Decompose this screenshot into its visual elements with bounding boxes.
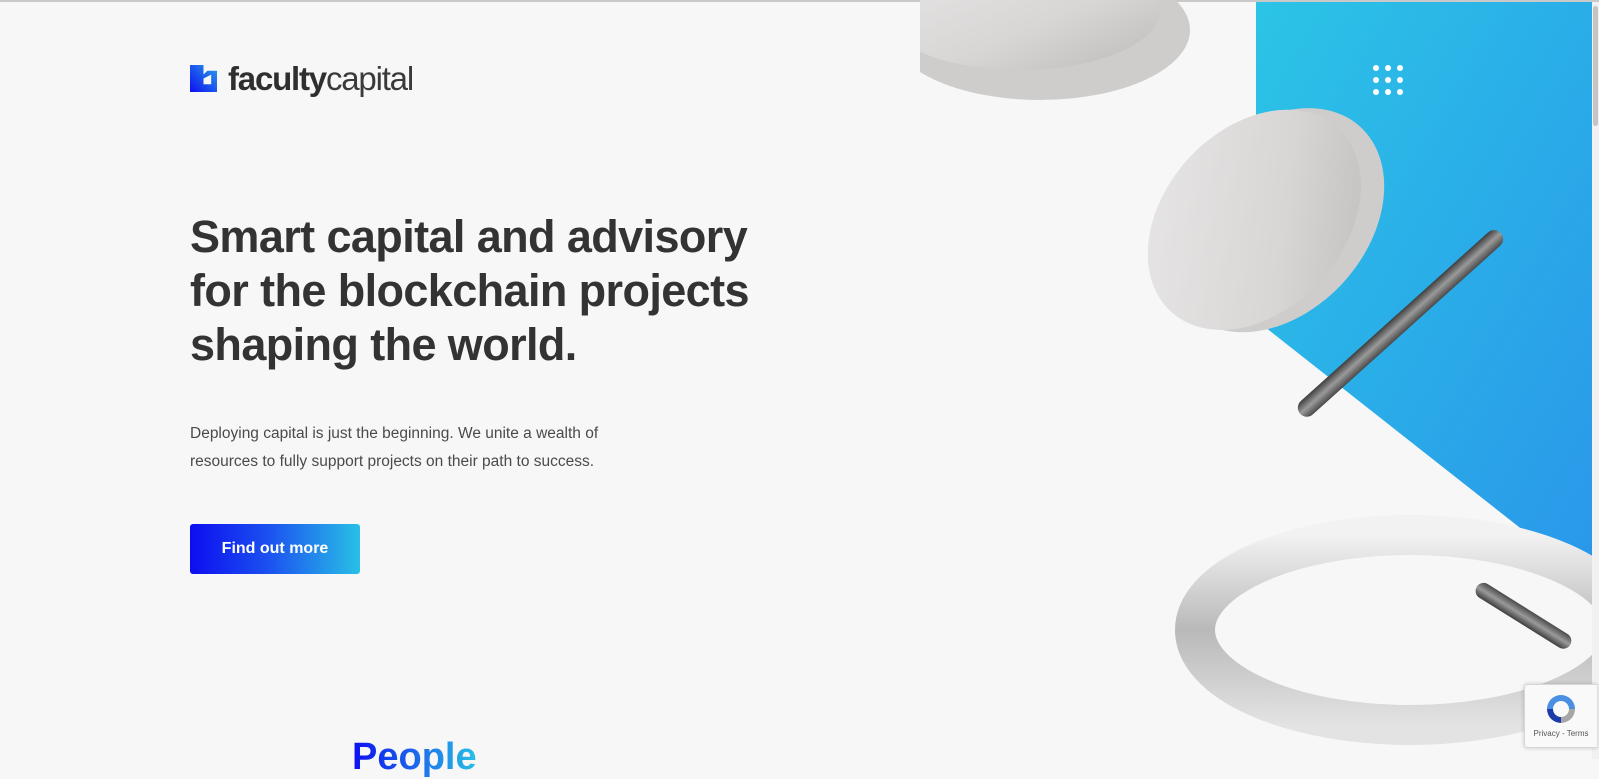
top-disc: [920, 0, 1190, 100]
find-out-more-button[interactable]: Find out more: [190, 524, 360, 574]
hero-intro: Deploying capital is just the beginning.…: [190, 425, 599, 470]
brand-name-bold: faculty: [228, 60, 327, 97]
recaptcha-terms-link[interactable]: Terms: [1567, 729, 1589, 738]
brand-wordmark: facultycapital: [228, 60, 414, 97]
page-scrollbar[interactable]: [1592, 2, 1599, 759]
faculty-capital-logo-icon: [190, 65, 217, 92]
hero-headline: Smart capital and advisory for the block…: [190, 211, 750, 370]
scrollbar-thumb[interactable]: [1593, 6, 1598, 126]
recaptcha-privacy-link[interactable]: Privacy: [1534, 729, 1560, 738]
grid-menu-icon[interactable]: [1373, 65, 1417, 109]
brand-logo[interactable]: facultycapital: [190, 60, 414, 97]
people-section-heading: People: [352, 736, 477, 778]
recaptcha-badge[interactable]: Privacy - Terms: [1524, 684, 1597, 748]
small-rod: [1475, 582, 1572, 649]
recaptcha-icon: [1547, 695, 1575, 723]
hero-3d-artwork: [920, 0, 1599, 745]
recaptcha-links: Privacy - Terms: [1525, 729, 1597, 738]
recaptcha-separator: -: [1559, 729, 1567, 738]
brand-name-light: capital: [325, 60, 414, 97]
